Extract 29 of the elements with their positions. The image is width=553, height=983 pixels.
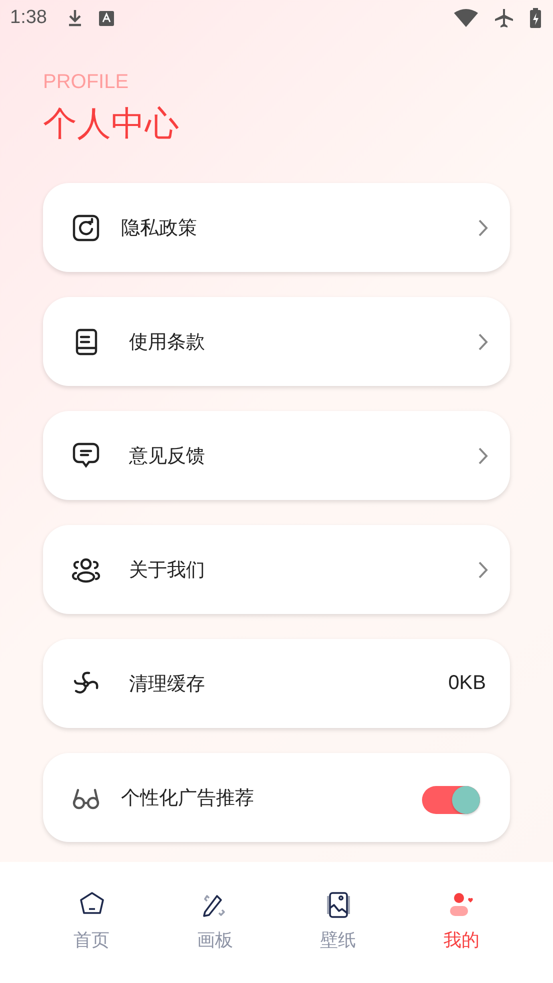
settings-label: 个性化广告推荐 <box>121 786 255 810</box>
settings-label: 意见反馈 <box>129 444 206 468</box>
chevron-right-icon <box>478 218 488 236</box>
settings-row[interactable]: 使用条款 <box>43 297 510 386</box>
chat-icon <box>71 440 101 470</box>
settings-label: 使用条款 <box>129 330 206 354</box>
toggle-switch[interactable] <box>422 786 480 814</box>
settings-row[interactable]: 清理缓存 0KB <box>43 639 510 728</box>
keyboard-icon <box>98 10 114 26</box>
chevron-right-icon <box>478 560 488 578</box>
settings-row[interactable]: 个性化广告推荐 <box>43 753 510 842</box>
overline: PROFILE <box>43 71 130 94</box>
settings-label: 清理缓存 <box>129 672 206 696</box>
chevron-right-icon <box>478 446 488 464</box>
download-icon <box>66 9 83 27</box>
settings-row[interactable]: 意见反馈 <box>43 411 510 500</box>
settings-row[interactable]: 关于我们 <box>43 525 510 614</box>
page-title: 个人中心 <box>43 103 180 146</box>
settings-row[interactable]: 隐私政策 <box>43 183 510 272</box>
settings-label: 隐私政策 <box>121 216 198 240</box>
tab[interactable]: 我的 <box>426 890 496 983</box>
battery-icon <box>530 8 541 28</box>
refresh-icon <box>71 212 101 242</box>
wifi-icon <box>454 9 478 27</box>
settings-label: 关于我们 <box>129 558 206 582</box>
chevron-right-icon <box>478 332 488 350</box>
cache-size: 0KB <box>448 672 486 695</box>
airplane-icon <box>494 8 514 28</box>
clock: 1:38 <box>10 7 47 29</box>
